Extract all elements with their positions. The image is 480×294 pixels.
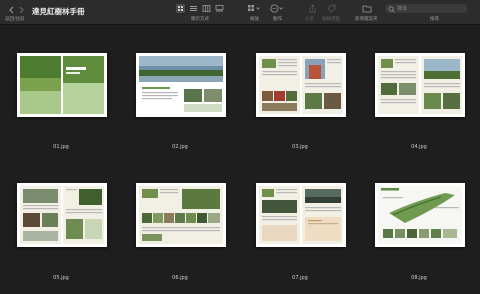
share-label: 分享 (305, 17, 314, 22)
action-menu-icon[interactable] (270, 4, 284, 13)
view-label: 顯示方式 (191, 17, 209, 22)
zoom-label: 縮放 (250, 17, 259, 22)
back-arrow-icon[interactable] (8, 6, 15, 14)
file-name-03[interactable]: 03.jpg (270, 144, 330, 150)
window-title: 達見紅樹林手冊 (32, 7, 85, 16)
file-thumbnail-02[interactable] (136, 53, 226, 117)
file-name-04[interactable]: 04.jpg (389, 144, 449, 150)
file-name-06[interactable]: 06.jpg (150, 275, 210, 281)
file-name-05[interactable]: 05.jpg (31, 275, 91, 281)
action-label: 動作 (273, 17, 282, 22)
file-thumbnail-07[interactable] (256, 183, 346, 247)
file-thumbnail-08[interactable] (375, 183, 465, 247)
file-thumbnail-04[interactable] (375, 53, 465, 117)
list-view-icon[interactable] (189, 4, 198, 13)
file-name-07[interactable]: 07.jpg (270, 275, 330, 281)
file-name-02[interactable]: 02.jpg (150, 144, 210, 150)
search-icon (388, 6, 395, 13)
file-name-08[interactable]: 08.jpg (389, 275, 449, 281)
share-icon[interactable] (308, 4, 317, 13)
file-name-01[interactable]: 01.jpg (31, 144, 91, 150)
gallery-view-icon[interactable] (215, 4, 224, 13)
zoom-grid-icon[interactable] (247, 4, 261, 13)
icon-view-icon[interactable] (176, 4, 185, 13)
new-folder-label: 新增檔案夾 (355, 17, 378, 22)
file-thumbnail-03[interactable] (256, 53, 346, 117)
toolbar: 返回/往前 達見紅樹林手冊 顯示方式 縮放 動作 分享 編輯標籤 新增檔案夾 搜… (0, 0, 480, 25)
new-folder-icon[interactable] (362, 4, 372, 13)
back-forward-label: 返回/往前 (5, 17, 25, 22)
file-grid: 01.jpg 02.jpg 03.jpg 04.jpg 05.jpg 06.jp… (0, 25, 480, 294)
tag-icon[interactable] (327, 4, 336, 13)
search-field[interactable]: 搜尋 (385, 4, 467, 13)
forward-arrow-icon[interactable] (18, 6, 25, 14)
file-thumbnail-01[interactable] (17, 53, 107, 117)
search-label: 搜尋 (430, 17, 439, 22)
search-placeholder: 搜尋 (397, 6, 408, 12)
file-thumbnail-05[interactable] (17, 183, 107, 247)
column-view-icon[interactable] (202, 4, 211, 13)
edit-tags-label: 編輯標籤 (322, 17, 340, 22)
file-thumbnail-06[interactable] (136, 183, 226, 247)
